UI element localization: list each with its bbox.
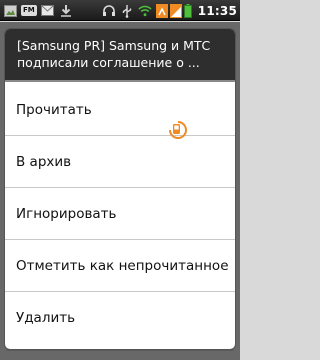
status-bar: FM 11:35 [0,0,240,21]
menu-item-mark-unread[interactable]: Отметить как непрочитанное [5,240,235,291]
fm-radio-icon: FM [21,5,37,16]
menu-item-read[interactable]: Прочитать [5,84,235,135]
usb-icon [120,4,134,18]
download-icon [59,4,73,18]
battery-icon [184,3,193,18]
floating-phone-widget-icon[interactable] [166,118,188,140]
photo-icon [3,4,17,18]
dialog-title: [Samsung PR] Samsung и МТС подписали сог… [5,29,235,82]
clock: 11:35 [197,3,237,18]
wifi-icon [138,4,152,18]
message-icon [41,4,55,18]
headphones-icon [102,4,116,18]
notification-icons: FM [3,3,77,18]
menu-item-delete[interactable]: Удалить [5,292,235,343]
signal-icon [169,3,182,18]
dialog-title-line-2: подписали соглашение о ... [17,55,200,70]
menu-item-ignore[interactable]: Игнорировать [5,188,235,239]
sync-icon [155,3,168,18]
dialog-title-line-1: [Samsung PR] Samsung и МТС [17,38,211,53]
system-icons: 11:35 [102,2,237,19]
menu-item-archive[interactable]: В архив [5,136,235,187]
context-menu-dialog: [Samsung PR] Samsung и МТС подписали сог… [5,29,235,349]
